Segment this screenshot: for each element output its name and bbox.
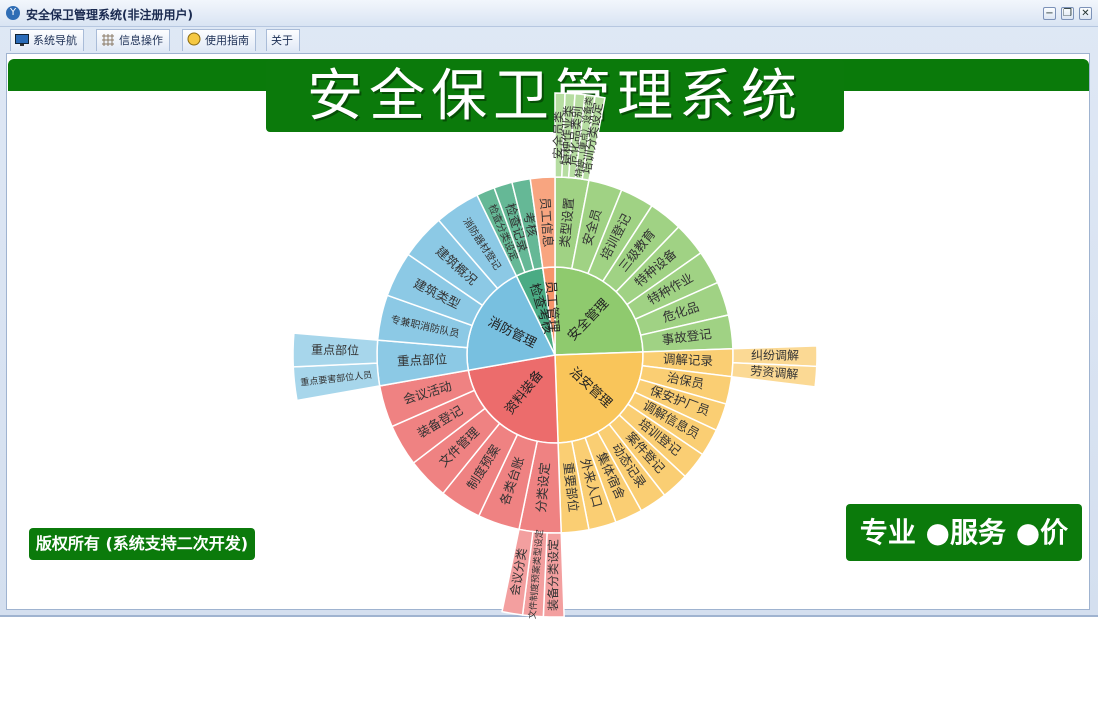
module-sunburst-chart: 安全管理类型设置安全员类特种作业类危化品类别特种（重点）设备类培训分类设定安全员… (292, 92, 818, 620)
sunburst-subitem-label: 装备分类设定 (545, 539, 560, 611)
sunburst-item-label: 重点部位 (397, 351, 448, 368)
sunburst-subitem-label: 重点部位 (311, 342, 359, 358)
sunburst-subitem-label: 纠纷调解 (751, 348, 799, 362)
sunburst-item-label: 调解记录 (663, 351, 714, 368)
